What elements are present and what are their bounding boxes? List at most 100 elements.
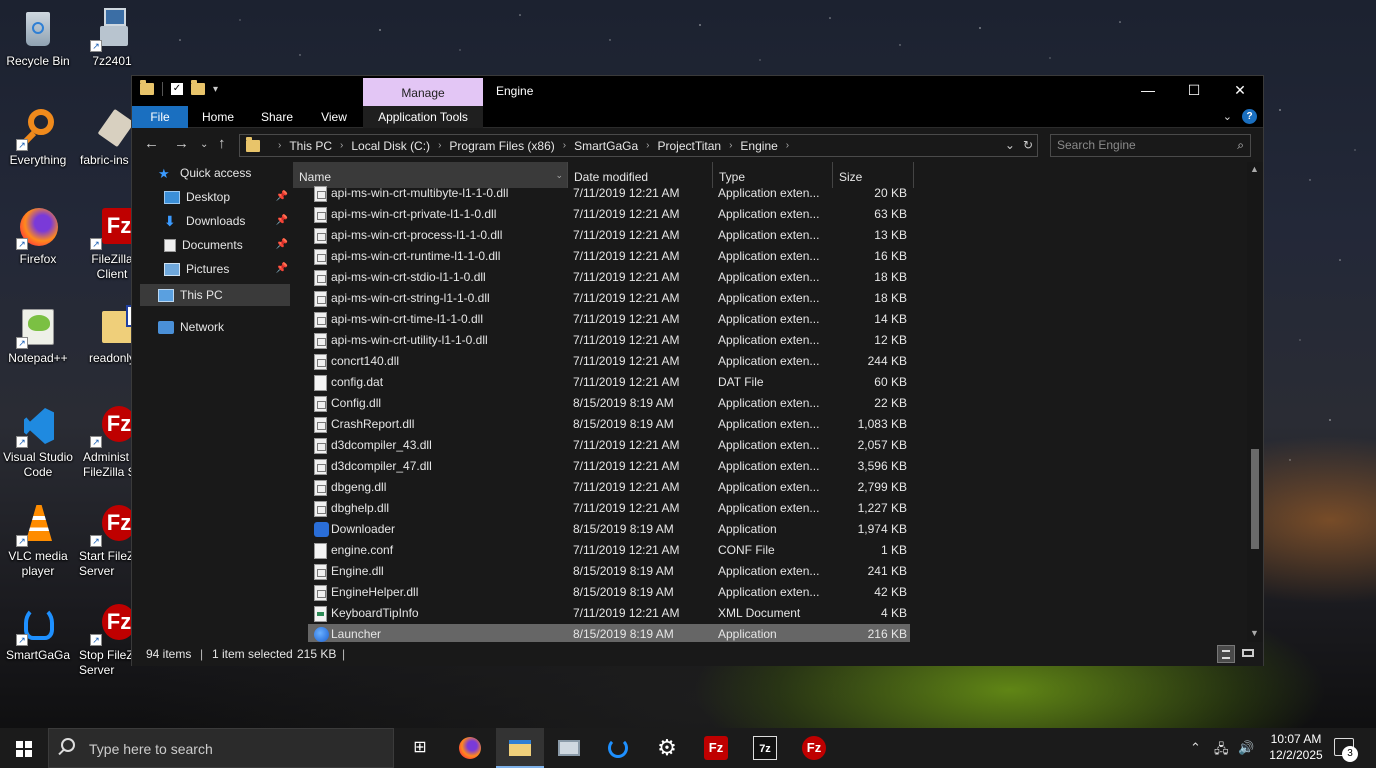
expand-ribbon-icon[interactable]: ⌄ [1223, 110, 1232, 123]
taskbar-7zip[interactable]: 7z [741, 728, 789, 768]
pin-icon[interactable]: 📌 [276, 258, 288, 280]
forward-arrow-icon[interactable]: → [174, 135, 189, 152]
file-size: 14 KB [874, 312, 907, 326]
pin-icon[interactable]: 📌 [276, 186, 288, 208]
desktop-icon-notepad-plus-plus[interactable]: ↗ Notepad++ [1, 305, 75, 366]
refresh-icon[interactable]: ↻ [1023, 138, 1033, 152]
tab-file[interactable]: File [132, 106, 188, 128]
clock[interactable]: 10:07 AM 12/2/2025 [1264, 731, 1328, 763]
desktop-icon-vscode[interactable]: ↗ Visual Studio Code [1, 404, 75, 480]
taskbar-search-input[interactable]: Type here to search [48, 728, 394, 768]
filezilla-server-icon: Fz ↗ [90, 503, 136, 547]
file-row[interactable]: Engine.dll 8/15/2019 8:19 AM Application e… [308, 561, 910, 582]
back-arrow-icon[interactable]: ← [144, 135, 159, 152]
details-view-button[interactable] [1217, 645, 1235, 663]
large-icons-view-button[interactable] [1239, 645, 1257, 663]
file-row[interactable]: KeyboardTipInfo 7/11/2019 12:21 AM XML Doc… [308, 603, 910, 624]
taskbar-filezilla[interactable]: Fz [692, 728, 740, 768]
desktop-icon-firefox[interactable]: ↗ Firefox [1, 206, 75, 267]
nav-item-pictures[interactable]: Pictures 📌 [164, 258, 290, 280]
file-row[interactable]: Downloader 8/15/2019 8:19 AM Application 1,… [308, 519, 910, 540]
breadcrumb-projecttitan[interactable]: ProjectTitan [657, 139, 721, 153]
show-hidden-icons-icon[interactable]: ⌃ [1190, 740, 1201, 756]
scroll-down-icon[interactable]: ▼ [1250, 628, 1259, 638]
file-row[interactable]: api-ms-win-crt-multibyte-l1-1-0.dll 7/11/… [308, 183, 910, 204]
help-icon[interactable]: ? [1242, 109, 1257, 124]
taskbar-settings[interactable]: ⚙ [643, 728, 691, 768]
scrollbar-thumb[interactable] [1251, 449, 1259, 549]
file-list[interactable]: ^ Name ⌄ Date modified Type Size api-ms-… [293, 162, 1246, 642]
breadcrumb-smartgaga[interactable]: SmartGaGa [574, 139, 638, 153]
taskbar-file-explorer[interactable] [496, 728, 544, 768]
tab-manage[interactable]: Manage [363, 78, 483, 106]
file-row[interactable]: concrt140.dll 7/11/2019 12:21 AM Applicati… [308, 351, 910, 372]
file-row[interactable]: config.dat 7/11/2019 12:21 AM DAT File 60 K… [308, 372, 910, 393]
pin-icon[interactable]: 📌 [276, 210, 288, 232]
file-row[interactable]: CrashReport.dll 8/15/2019 8:19 AM Applicat… [308, 414, 910, 435]
nav-item-network[interactable]: Network [158, 316, 224, 338]
nav-item-desktop[interactable]: Desktop 📌 [164, 186, 290, 208]
taskbar-firefox[interactable] [446, 728, 494, 768]
notepad-plus-plus-icon: ↗ [16, 305, 60, 349]
file-row[interactable]: api-ms-win-crt-private-l1-1-0.dll 7/11/20… [308, 204, 910, 225]
new-folder-icon[interactable] [191, 80, 205, 95]
nav-item-quick-access[interactable]: ★ Quick access [158, 162, 251, 184]
file-row[interactable]: api-ms-win-crt-process-l1-1-0.dll 7/11/20… [308, 225, 910, 246]
file-row[interactable]: EngineHelper.dll 8/15/2019 8:19 AM Applica… [308, 582, 910, 603]
taskbar-smartgaga[interactable] [594, 728, 642, 768]
pin-icon[interactable]: 📌 [276, 234, 288, 256]
selection-size: 215 KB [297, 647, 337, 661]
file-row[interactable]: api-ms-win-crt-runtime-l1-1-0.dll 7/11/20… [308, 246, 910, 267]
volume-icon[interactable]: 🔊 [1238, 740, 1254, 756]
file-size: 16 KB [874, 249, 907, 263]
properties-icon[interactable]: ✓ [171, 83, 183, 95]
file-row[interactable]: api-ms-win-crt-stdio-l1-1-0.dll 7/11/2019… [308, 267, 910, 288]
search-icon[interactable]: ⌕ [1237, 135, 1244, 156]
desktop-icon-7z2401[interactable]: ↗ 7z2401 [75, 8, 149, 69]
customize-toolbar-icon[interactable]: ▾ [213, 84, 218, 95]
breadcrumb-engine[interactable]: Engine [740, 139, 777, 153]
up-arrow-icon[interactable]: ↑ [218, 135, 226, 152]
file-row[interactable]: api-ms-win-crt-time-l1-1-0.dll 7/11/2019 … [308, 309, 910, 330]
file-row[interactable]: dbgeng.dll 7/11/2019 12:21 AM Application … [308, 477, 910, 498]
address-bar[interactable]: › This PC › Local Disk (C:) › Program Fi… [239, 134, 1038, 157]
maximize-button[interactable]: ☐ [1171, 76, 1217, 106]
tab-home[interactable]: Home [188, 106, 248, 128]
file-row[interactable]: Launcher 8/15/2019 8:19 AM Application 216 … [308, 624, 910, 642]
breadcrumb-this-pc[interactable]: This PC [289, 139, 332, 153]
file-row[interactable]: api-ms-win-crt-string-l1-1-0.dll 7/11/201… [308, 288, 910, 309]
nav-item-this-pc[interactable]: This PC [140, 284, 290, 306]
desktop-icon-everything[interactable]: ↗ Everything [1, 107, 75, 168]
file-name: engine.conf [331, 543, 394, 557]
title-bar[interactable]: ✓ ▾ Manage Engine — ☐ ✕ [132, 76, 1263, 106]
taskbar-remote-app[interactable] [545, 728, 593, 768]
vertical-scrollbar[interactable]: ▲ ▼ [1247, 162, 1263, 642]
tab-application-tools[interactable]: Application Tools [363, 106, 483, 128]
file-row[interactable]: engine.conf 7/11/2019 12:21 AM CONF File 1 … [308, 540, 910, 561]
start-button[interactable] [0, 728, 48, 768]
file-explorer-window[interactable]: ✓ ▾ Manage Engine — ☐ ✕ File Home Share … [131, 75, 1264, 666]
breadcrumb-program-files[interactable]: Program Files (x86) [449, 139, 554, 153]
breadcrumb-local-disk[interactable]: Local Disk (C:) [351, 139, 430, 153]
task-view-button[interactable]: ⊞ [396, 728, 444, 768]
minimize-button[interactable]: — [1125, 76, 1171, 106]
scroll-up-icon[interactable]: ▲ [1250, 164, 1259, 174]
nav-item-downloads[interactable]: ⬇ Downloads 📌 [164, 210, 290, 232]
recent-locations-icon[interactable]: ⌄ [200, 139, 208, 150]
file-row[interactable]: Config.dll 8/15/2019 8:19 AM Application e… [308, 393, 910, 414]
tab-view[interactable]: View [306, 106, 362, 128]
file-row[interactable]: d3dcompiler_47.dll 7/11/2019 12:21 AM Appl… [308, 456, 910, 477]
address-dropdown-icon[interactable]: ⌄ [1005, 138, 1015, 152]
desktop-icon-recycle-bin[interactable]: Recycle Bin [1, 8, 75, 69]
search-input[interactable]: Search Engine ⌕ [1050, 134, 1251, 157]
file-row[interactable]: api-ms-win-crt-utility-l1-1-0.dll 7/11/20… [308, 330, 910, 351]
file-row[interactable]: d3dcompiler_43.dll 7/11/2019 12:21 AM Appl… [308, 435, 910, 456]
desktop-icon-vlc[interactable]: ↗ VLC media player [1, 503, 75, 579]
taskbar-filezilla-server[interactable]: Fz [790, 728, 838, 768]
nav-item-documents[interactable]: Documents 📌 [164, 234, 290, 256]
file-row[interactable]: dbghelp.dll 7/11/2019 12:21 AM Application… [308, 498, 910, 519]
network-icon[interactable]: 🖧 [1214, 740, 1229, 762]
tab-share[interactable]: Share [248, 106, 306, 128]
close-button[interactable]: ✕ [1217, 76, 1263, 106]
desktop-icon-smartgaga[interactable]: ↗ SmartGaGa [1, 602, 75, 663]
